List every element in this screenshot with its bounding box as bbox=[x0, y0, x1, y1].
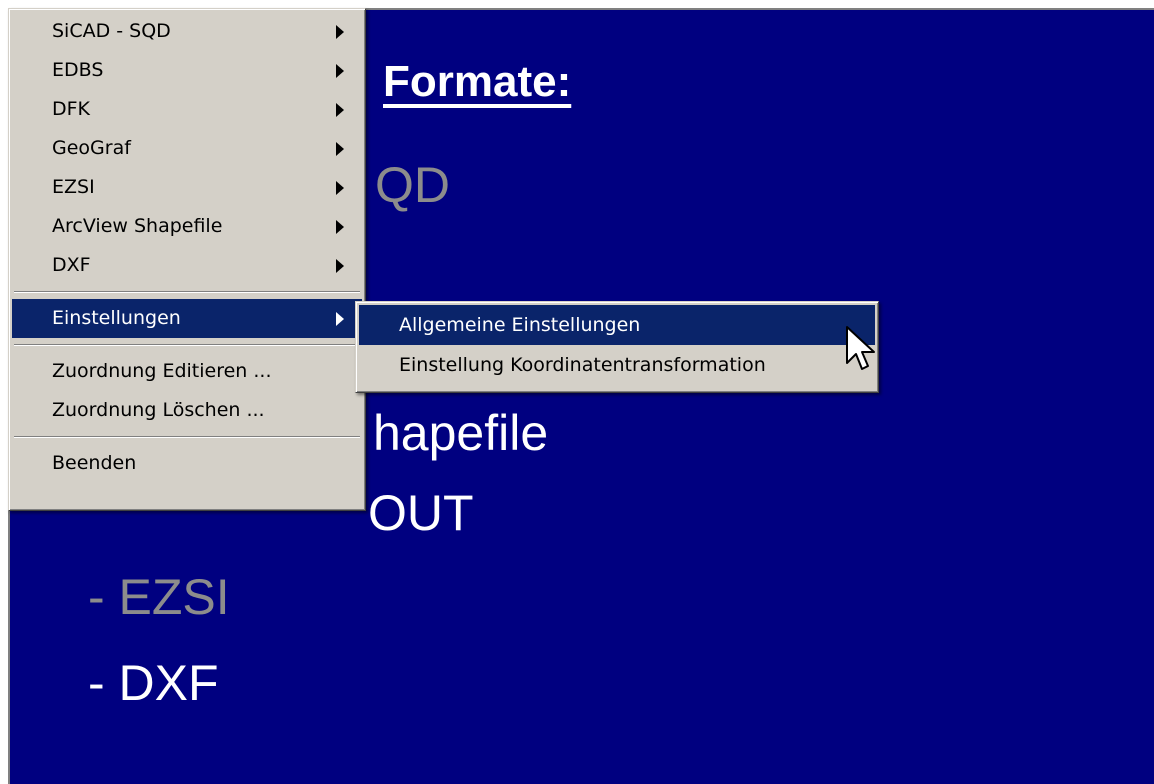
submenu-arrow-icon bbox=[336, 311, 344, 326]
menu-item-label: Zuordnung Editieren ... bbox=[52, 360, 272, 382]
submenu-item-label: Einstellung Koordinatentransformation bbox=[399, 354, 766, 376]
menu-item-arcview-shapefile[interactable]: ArcView Shapefile bbox=[12, 207, 362, 246]
menu-item-beenden[interactable]: Beenden bbox=[12, 444, 362, 483]
menu-item-zuordnung-editieren[interactable]: Zuordnung Editieren ... bbox=[12, 352, 362, 391]
menu-item-edbs[interactable]: EDBS bbox=[12, 51, 362, 90]
submenu-arrow-icon bbox=[336, 180, 344, 195]
submenu-arrow-icon bbox=[336, 63, 344, 78]
menu-item-label: Einstellungen bbox=[52, 307, 181, 329]
submenu-arrow-icon bbox=[336, 258, 344, 273]
einstellungen-submenu: Allgemeine Einstellungen Einstellung Koo… bbox=[355, 301, 879, 393]
submenu-arrow-icon bbox=[336, 219, 344, 234]
formats-heading: Formate: bbox=[383, 57, 572, 106]
menu-item-label: DFK bbox=[52, 98, 91, 120]
submenu-arrow-icon bbox=[336, 102, 344, 117]
menu-item-zuordnung-loeschen[interactable]: Zuordnung Löschen ... bbox=[12, 391, 362, 430]
menu-item-label: GeoGraf bbox=[52, 137, 131, 159]
submenu-arrow-icon bbox=[336, 141, 344, 156]
format-line-shapefile: hapefile bbox=[373, 405, 549, 461]
menu-item-ezsi[interactable]: EZSI bbox=[12, 168, 362, 207]
menu-item-dxf[interactable]: DXF bbox=[12, 246, 362, 285]
mouse-pointer-icon bbox=[846, 326, 875, 370]
menu-separator bbox=[12, 430, 362, 444]
menu-separator bbox=[12, 338, 362, 352]
context-menu: SiCAD - SQD EDBS DFK GeoGraf EZSI ArcVie… bbox=[8, 8, 366, 511]
menu-item-label: DXF bbox=[52, 254, 91, 276]
submenu-item-label: Allgemeine Einstellungen bbox=[399, 314, 641, 336]
menu-item-geograf[interactable]: GeoGraf bbox=[12, 129, 362, 168]
menu-item-label: EZSI bbox=[52, 176, 95, 198]
menu-item-label: ArcView Shapefile bbox=[52, 215, 223, 237]
menu-item-einstellungen[interactable]: Einstellungen bbox=[12, 299, 362, 338]
menu-item-label: SiCAD - SQD bbox=[52, 20, 171, 42]
menu-item-dfk[interactable]: DFK bbox=[12, 90, 362, 129]
menu-item-label: EDBS bbox=[52, 59, 104, 81]
format-line-ezsi: - EZSI bbox=[88, 569, 230, 625]
format-line-sicad: QD bbox=[375, 157, 450, 213]
menu-item-label: Zuordnung Löschen ... bbox=[52, 399, 265, 421]
submenu-arrow-icon bbox=[336, 24, 344, 39]
menu-item-label: Beenden bbox=[52, 452, 137, 474]
format-line-geograf-out: OUT bbox=[368, 485, 474, 541]
submenu-item-koordinatentransformation[interactable]: Einstellung Koordinatentransformation bbox=[359, 345, 875, 385]
menu-item-sicad-sqd[interactable]: SiCAD - SQD bbox=[12, 12, 362, 51]
menu-separator bbox=[12, 285, 362, 299]
submenu-item-allgemeine-einstellungen[interactable]: Allgemeine Einstellungen bbox=[359, 305, 875, 345]
format-line-dxf: - DXF bbox=[88, 655, 219, 711]
